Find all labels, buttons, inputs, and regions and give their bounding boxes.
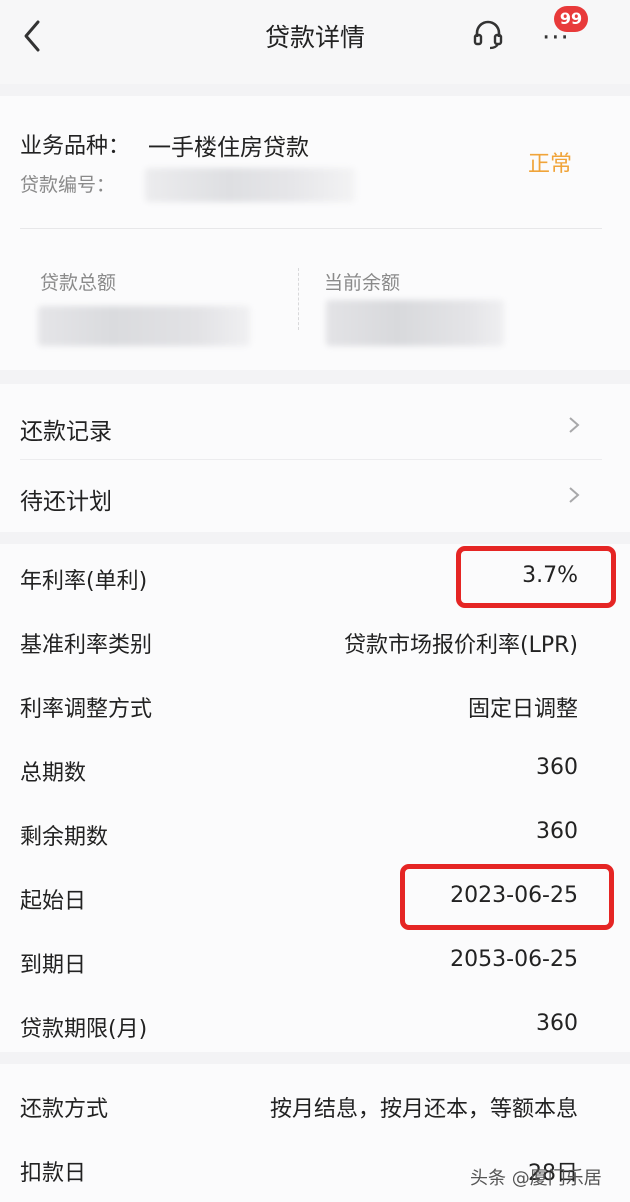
business-type-value: 一手楼住房贷款 (148, 135, 309, 161)
highlight-box-annual-rate (456, 546, 616, 608)
info-value: 按月结息，按月还本，等额本息 (269, 1097, 578, 1122)
notification-badge: 99 (554, 6, 588, 32)
chevron-right-icon (569, 417, 580, 433)
info-label: 利率调整方式 (20, 697, 153, 722)
business-type-label: 业务品种： (20, 134, 131, 159)
divider (20, 228, 602, 229)
info-row-adjust-method: 利率调整方式 固定日调整 (20, 691, 578, 731)
info-label: 贷款期限(月) (20, 1017, 148, 1042)
info-label: 扣款日 (20, 1161, 87, 1186)
total-amount-redacted (38, 306, 250, 346)
info-row-total-periods: 总期数 360 (20, 755, 578, 795)
info-row-benchmark-type: 基准利率类别 贷款市场报价利率(LPR) (20, 627, 578, 667)
link-label: 还款记录 (20, 419, 112, 445)
info-row-term-months: 贷款期限(月) 360 (20, 1011, 578, 1051)
info-label: 剩余期数 (20, 825, 109, 850)
loan-number-label: 贷款编号： (20, 174, 116, 196)
nav-bar: 贷款详情 ··· 99 (0, 0, 630, 84)
repayment-records-link[interactable]: 还款记录 (20, 390, 610, 460)
chevron-right-icon (569, 487, 580, 503)
remaining-balance-redacted (326, 300, 504, 346)
remaining-balance-label: 当前余额 (324, 272, 401, 294)
info-label: 基准利率类别 (20, 633, 153, 658)
info-value: 360 (536, 1011, 578, 1036)
info-row-end-date: 到期日 2053-06-25 (20, 947, 578, 987)
info-value: 2053-06-25 (450, 947, 578, 972)
repayment-plan-link[interactable]: 待还计划 (20, 460, 610, 530)
info-value: 360 (536, 755, 578, 780)
info-row-remaining-periods: 剩余期数 360 (20, 819, 578, 859)
info-row-repayment-method: 还款方式 按月结息，按月还本，等额本息 (20, 1091, 578, 1131)
info-label: 还款方式 (20, 1097, 109, 1122)
info-label: 年利率(单利) (20, 569, 148, 594)
info-value: 固定日调整 (467, 697, 578, 722)
watermark: 头条 @厦门乐居 (470, 1168, 602, 1189)
loan-status: 正常 (528, 152, 573, 177)
info-label: 到期日 (20, 953, 87, 978)
headset-icon[interactable] (472, 18, 504, 50)
page-title: 贷款详情 (264, 23, 365, 52)
link-label: 待还计划 (20, 489, 112, 515)
divider-dashed (298, 268, 299, 330)
highlight-box-start-date (400, 864, 614, 930)
total-amount-label: 贷款总额 (40, 272, 117, 294)
info-label: 起始日 (20, 889, 87, 914)
loan-number-redacted (145, 168, 355, 202)
info-label: 总期数 (20, 761, 87, 786)
info-value: 贷款市场报价利率(LPR) (344, 633, 578, 658)
info-value: 360 (536, 819, 578, 844)
